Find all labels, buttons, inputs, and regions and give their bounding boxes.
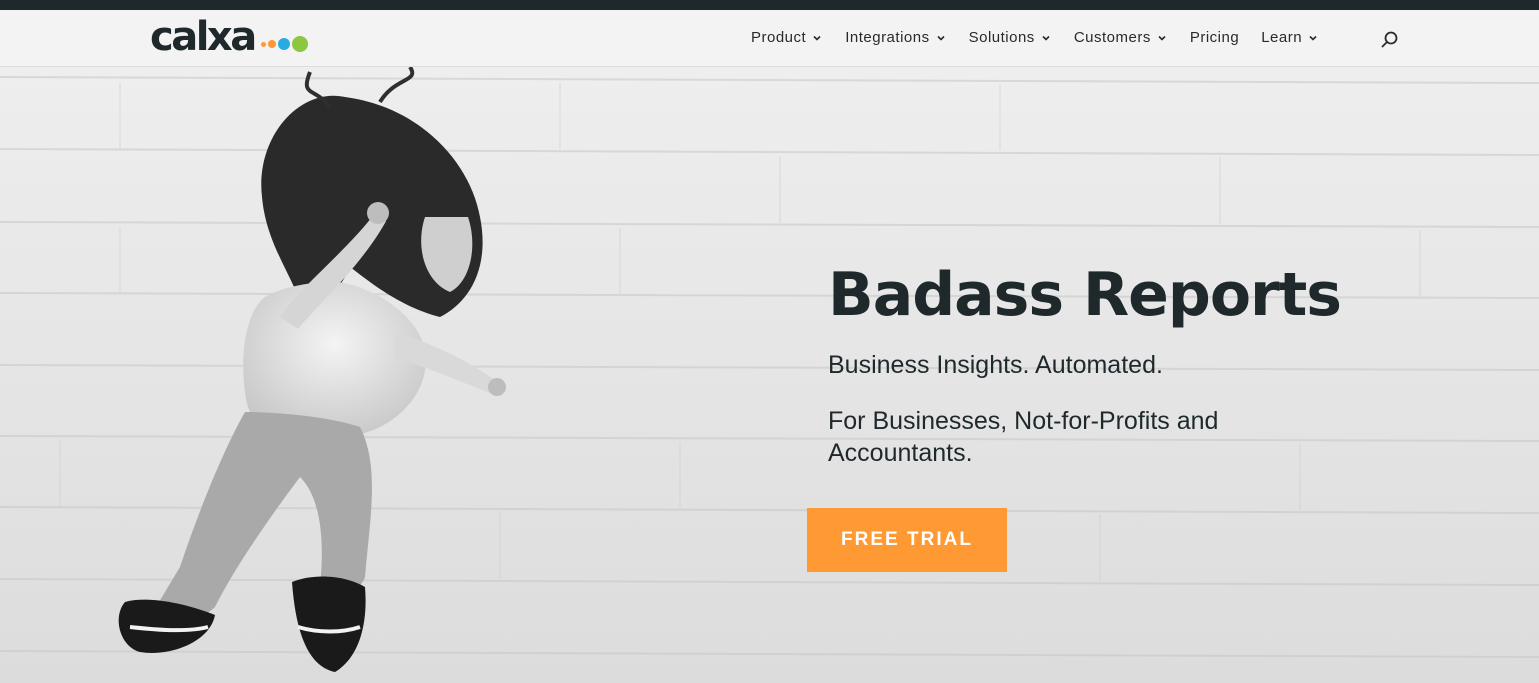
nav-item-pricing[interactable]: Pricing <box>1190 30 1239 46</box>
chevron-down-icon <box>937 35 945 41</box>
logo-dot <box>267 40 276 48</box>
main-nav: Product Integrations Solutions Customers… <box>751 30 1341 46</box>
nav-item-product[interactable]: Product <box>751 30 823 46</box>
chevron-down-icon <box>813 35 821 41</box>
logo-dot <box>260 41 266 47</box>
chevron-down-icon <box>1042 35 1050 41</box>
chevron-down-icon <box>1309 35 1317 41</box>
hero-title: Badass Reports <box>828 260 1342 330</box>
chevron-down-icon <box>1158 35 1166 41</box>
hero-content: Badass Reports Business Insights. Automa… <box>828 259 1348 469</box>
free-trial-button[interactable]: FREE TRIAL <box>807 508 1007 572</box>
hero-audience: For Businesses, Not-for-Profits and Acco… <box>828 407 1219 467</box>
hero-subtitle: Business Insights. Automated. <box>828 351 1163 379</box>
search-icon[interactable] <box>1380 30 1400 50</box>
nav-item-label: Product <box>751 29 807 46</box>
nav-item-integrations[interactable]: Integrations <box>845 30 946 46</box>
logo-wordmark: calxa <box>150 14 257 60</box>
nav-item-label: Solutions <box>968 29 1035 46</box>
nav-item-solutions[interactable]: Solutions <box>969 30 1052 46</box>
nav-item-label: Pricing <box>1189 29 1240 46</box>
nav-item-label: Customers <box>1073 29 1151 46</box>
site-header: calxa Product Integrations Solutions Cus… <box>0 10 1539 67</box>
free-trial-label: FREE TRIAL <box>841 529 973 550</box>
logo-dot <box>277 38 290 50</box>
nav-item-label: Integrations <box>845 29 930 46</box>
nav-item-label: Learn <box>1261 29 1303 46</box>
logo-dot <box>291 36 308 52</box>
top-strip <box>0 0 1539 10</box>
calxa-logo[interactable]: calxa <box>150 14 308 60</box>
nav-item-customers[interactable]: Customers <box>1074 30 1168 46</box>
nav-item-learn[interactable]: Learn <box>1261 30 1319 46</box>
logo-dots <box>259 36 308 52</box>
hero-section: Badass Reports Business Insights. Automa… <box>0 67 1539 683</box>
